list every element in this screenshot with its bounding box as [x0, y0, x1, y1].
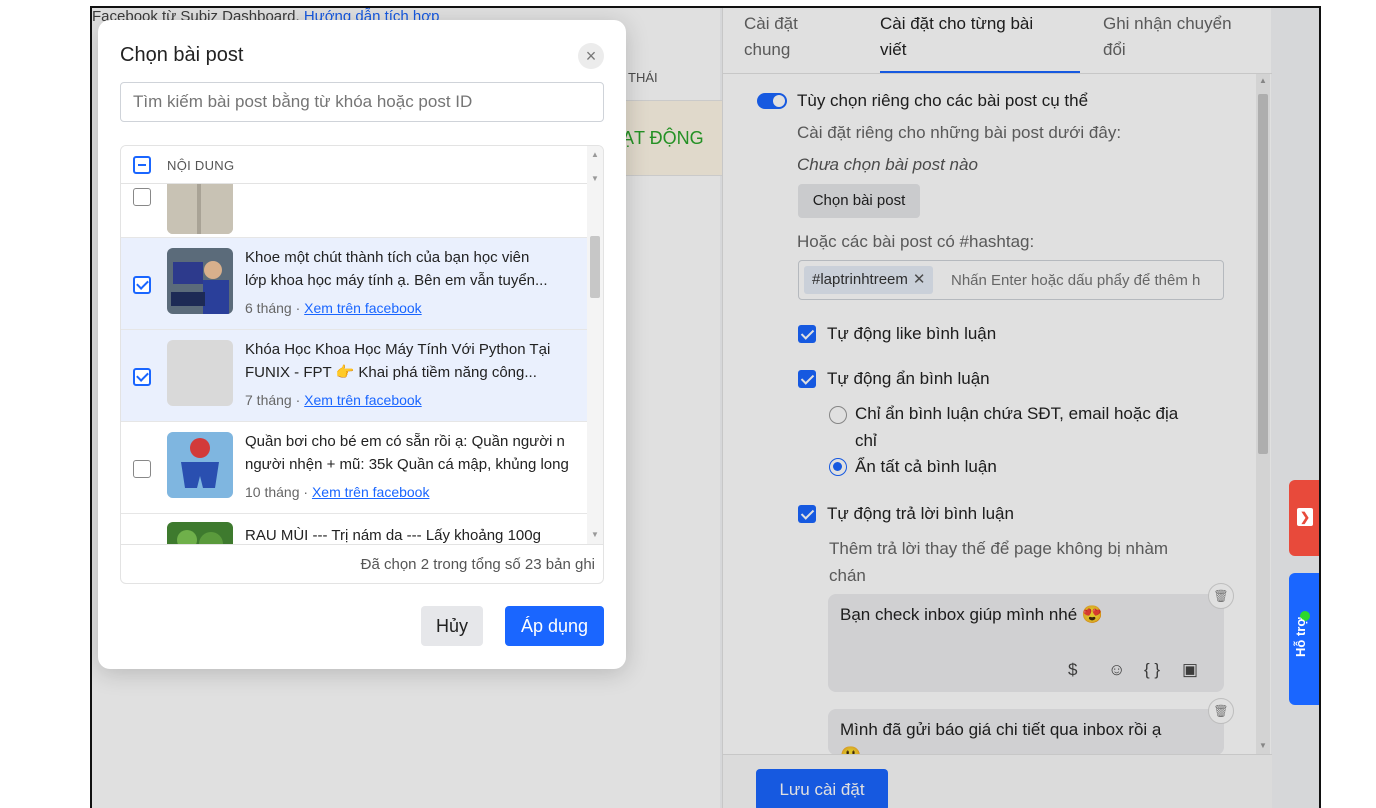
- post-thumbnail: [167, 184, 233, 234]
- table-row[interactable]: Khoe một chút thành tích của bạn học viê…: [121, 238, 587, 330]
- post-thumbnail: [167, 522, 233, 544]
- post-text: Khoe một chút thành tích của bạn học viê…: [245, 249, 548, 289]
- table-row[interactable]: Khóa Học Khoa Học Máy Tính Với Python Tạ…: [121, 330, 587, 422]
- support-widget[interactable]: Hỗ trợ: [1289, 573, 1319, 705]
- post-thumbnail: [167, 340, 233, 406]
- select-all-checkbox[interactable]: [133, 156, 151, 174]
- post-text: Quần bơi cho bé em có sẵn rồi ạ: Quần ng…: [245, 433, 569, 473]
- post-text: RAU MÙI --- Trị nám da --- Lấy khoảng 10…: [245, 527, 541, 544]
- view-on-facebook-link[interactable]: Xem trên facebook: [304, 392, 422, 408]
- post-thumbnail: [167, 248, 233, 314]
- view-on-facebook-link[interactable]: Xem trên facebook: [304, 300, 422, 316]
- selection-summary: Đã chọn 2 trong tổng số 23 bản ghi: [121, 544, 603, 583]
- column-header: NỘI DUNG: [167, 158, 235, 173]
- classroom-photo-icon: [167, 248, 233, 314]
- post-text: Khóa Học Khoa Học Máy Tính Với Python Tạ…: [245, 341, 551, 381]
- side-widget-red[interactable]: ❯: [1289, 480, 1319, 556]
- post-meta: 10 tháng · Xem trên facebook: [245, 484, 430, 500]
- chat-icon: ❯: [1297, 508, 1313, 526]
- close-icon[interactable]: ×: [578, 43, 604, 69]
- swimwear-photo-icon: [167, 432, 233, 498]
- view-on-facebook-link[interactable]: Xem trên facebook: [312, 484, 430, 500]
- table-scroll-down-icon[interactable]: ▼: [591, 530, 599, 539]
- table-scroll-up-icon[interactable]: ▲: [591, 150, 599, 159]
- table-scroll-thumb[interactable]: [590, 236, 600, 298]
- row-checkbox[interactable]: [133, 188, 151, 206]
- post-thumbnail: [167, 432, 233, 498]
- dialog-title: Chọn bài post: [120, 44, 244, 66]
- table-scroll-down-small-icon[interactable]: ▼: [591, 174, 599, 183]
- table-scrollbar[interactable]: [587, 146, 603, 544]
- cancel-button[interactable]: Hủy: [421, 606, 483, 646]
- post-search-input[interactable]: [120, 82, 604, 122]
- row-checkbox[interactable]: [133, 368, 151, 386]
- apply-button[interactable]: Áp dụng: [505, 606, 604, 646]
- wall-image-icon: [167, 184, 233, 234]
- table-row[interactable]: RAU MÙI --- Trị nám da --- Lấy khoảng 10…: [121, 514, 587, 544]
- app-frame: Facebook từ Subiz Dashboard. Hướng dẫn t…: [90, 6, 1321, 808]
- table-body: Khoe một chút thành tích của bạn học viê…: [121, 184, 587, 544]
- row-checkbox[interactable]: [133, 276, 151, 294]
- choose-post-dialog: Chọn bài post × NỘI DUNG: [98, 20, 626, 669]
- support-label: Hỗ trợ: [1293, 617, 1308, 657]
- post-meta: 7 tháng · Xem trên facebook: [245, 392, 422, 408]
- table-header: NỘI DUNG: [121, 146, 587, 184]
- table-row[interactable]: Quần bơi cho bé em có sẵn rồi ạ: Quần ng…: [121, 422, 587, 514]
- table-row[interactable]: [121, 184, 587, 238]
- post-meta: 6 tháng · Xem trên facebook: [245, 300, 422, 316]
- row-checkbox[interactable]: [133, 460, 151, 478]
- herb-photo-icon: [167, 522, 233, 544]
- post-table: NỘI DUNG Khoe một chút thành tích của bạ…: [120, 145, 604, 584]
